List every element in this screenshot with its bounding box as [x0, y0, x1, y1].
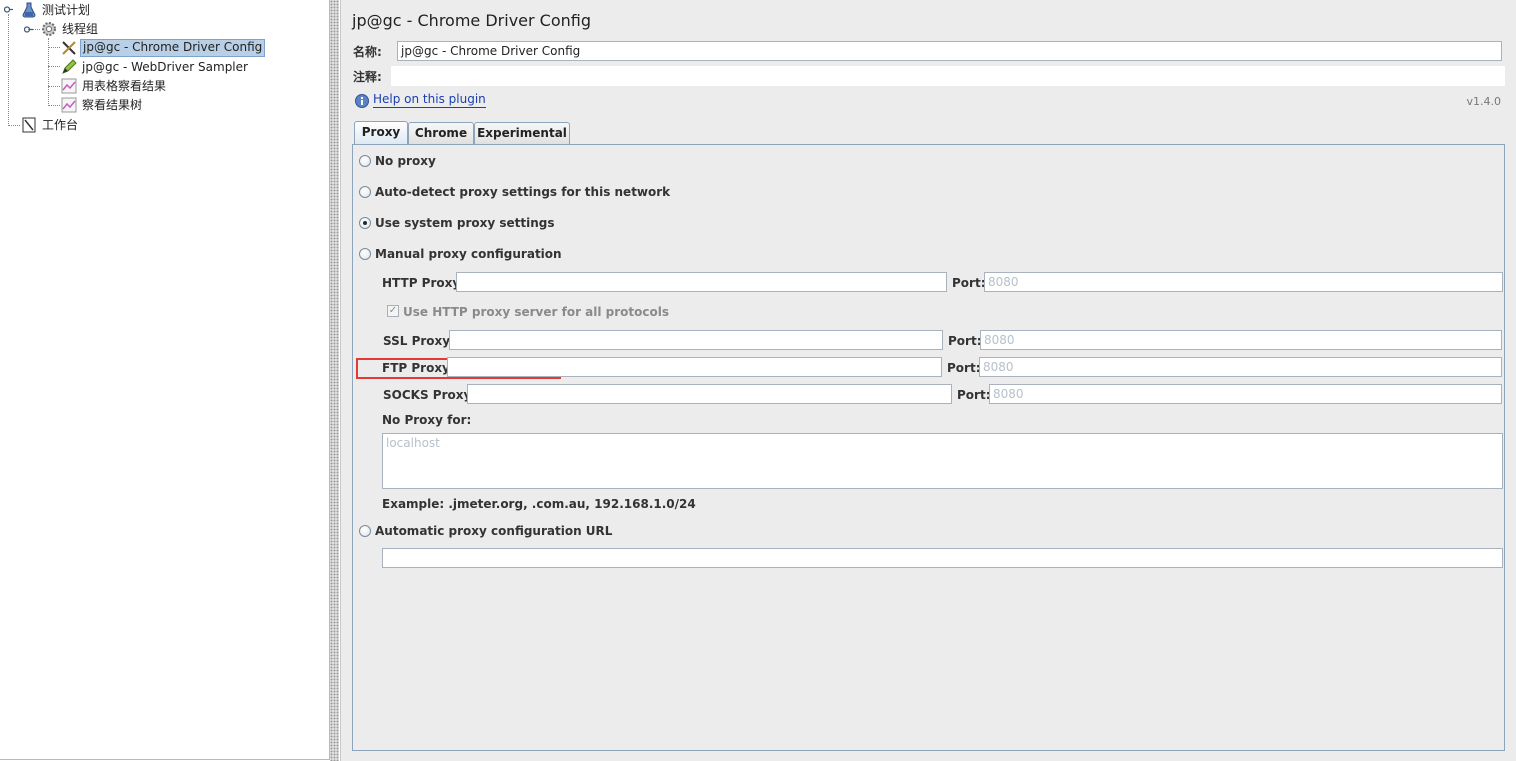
- tree-connector: [48, 47, 60, 48]
- tree-item-label: jp@gc - WebDriver Sampler: [82, 60, 248, 74]
- chart-icon: [60, 96, 78, 114]
- expand-handle-icon[interactable]: [24, 25, 33, 34]
- http-proxy-label: HTTP Proxy:: [382, 276, 465, 290]
- tree-item-label: 工作台: [42, 118, 79, 132]
- auto-detect-radio[interactable]: [359, 186, 371, 198]
- http-port-label: Port:: [952, 276, 986, 290]
- no-proxy-for-label: No Proxy for:: [382, 413, 472, 427]
- tree-item-view-results-table[interactable]: 用表格察看结果: [60, 77, 168, 95]
- tree-connector: [48, 86, 60, 87]
- split-pane-divider[interactable]: [330, 0, 339, 761]
- use-http-for-all-label[interactable]: Use HTTP proxy server for all protocols: [403, 304, 669, 320]
- tree-item-label: 用表格察看结果: [82, 79, 167, 93]
- ftp-proxy-input[interactable]: [447, 357, 942, 377]
- tree-connector: [8, 125, 20, 126]
- proxy-tab-body: No proxy Auto-detect proxy settings for …: [352, 144, 1505, 751]
- info-icon: [355, 94, 369, 108]
- tree-item-workbench[interactable]: 工作台: [20, 116, 80, 134]
- tab-chrome[interactable]: Chrome: [408, 122, 474, 144]
- http-port-input[interactable]: 8080: [984, 272, 1503, 292]
- config-panel: jp@gc - Chrome Driver Config 名称: jp@gc -…: [340, 0, 1516, 761]
- tree-item-test-plan[interactable]: 测试计划: [20, 1, 92, 19]
- tab-proxy[interactable]: Proxy: [354, 121, 408, 145]
- socks-port-input[interactable]: 8080: [989, 384, 1502, 404]
- ssl-proxy-input[interactable]: [449, 330, 943, 350]
- flask-icon: [20, 1, 38, 19]
- notebook-icon: [20, 116, 38, 134]
- help-link[interactable]: Help on this plugin: [373, 92, 486, 108]
- manual-proxy-label[interactable]: Manual proxy configuration: [375, 246, 562, 262]
- tree-connector: [48, 38, 49, 106]
- auto-config-url-label[interactable]: Automatic proxy configuration URL: [375, 523, 612, 539]
- wrench-screwdriver-icon: [60, 39, 78, 57]
- version-label: v1.4.0: [1466, 95, 1502, 108]
- tree-item-label: 测试计划: [42, 3, 91, 17]
- tree-connector: [48, 105, 60, 106]
- use-system-proxy-label[interactable]: Use system proxy settings: [375, 215, 555, 231]
- tree-connector: [8, 14, 9, 126]
- no-proxy-label[interactable]: No proxy: [375, 153, 436, 169]
- tree-connector: [48, 66, 60, 67]
- tree-item-label: jp@gc - Chrome Driver Config: [80, 39, 266, 57]
- no-proxy-for-textarea[interactable]: localhost: [382, 433, 1503, 489]
- ftp-proxy-label: FTP Proxy:: [382, 361, 455, 375]
- no-proxy-radio[interactable]: [359, 155, 371, 167]
- ssl-port-input[interactable]: 8080: [980, 330, 1502, 350]
- ssl-port-label: Port:: [948, 334, 982, 348]
- tree-item-label: 察看结果树: [82, 98, 143, 112]
- tree-item-thread-group[interactable]: 线程组: [40, 20, 100, 38]
- tree-item-label: 线程组: [62, 22, 99, 36]
- tree-item-view-results-tree[interactable]: 察看结果树: [60, 96, 144, 114]
- socks-port-label: Port:: [957, 388, 991, 402]
- use-http-for-all-checkbox[interactable]: ✓: [387, 305, 399, 317]
- ssl-proxy-label: SSL Proxy:: [383, 334, 455, 348]
- auto-config-url-input[interactable]: [382, 548, 1503, 568]
- auto-detect-label[interactable]: Auto-detect proxy settings for this netw…: [375, 184, 670, 200]
- tree-item-chrome-driver-config[interactable]: jp@gc - Chrome Driver Config: [60, 39, 266, 57]
- name-label: 名称:: [353, 45, 382, 59]
- no-proxy-example: Example: .jmeter.org, .com.au, 192.168.1…: [382, 497, 696, 511]
- use-system-proxy-radio[interactable]: [359, 217, 371, 229]
- name-input[interactable]: jp@gc - Chrome Driver Config: [397, 41, 1502, 61]
- comment-label: 注释:: [353, 70, 382, 84]
- tab-experimental[interactable]: Experimental: [474, 122, 570, 144]
- gear-icon: [40, 20, 58, 38]
- socks-proxy-input[interactable]: [467, 384, 952, 404]
- comment-input[interactable]: [391, 66, 1505, 86]
- tree-item-webdriver-sampler[interactable]: jp@gc - WebDriver Sampler: [60, 58, 250, 76]
- expand-handle-icon[interactable]: [4, 5, 13, 14]
- pen-icon: [60, 58, 78, 76]
- ftp-port-label: Port:: [947, 361, 981, 375]
- manual-proxy-radio[interactable]: [359, 248, 371, 260]
- ftp-port-input[interactable]: 8080: [979, 357, 1502, 377]
- auto-config-url-radio[interactable]: [359, 525, 371, 537]
- chart-icon: [60, 77, 78, 95]
- page-title: jp@gc - Chrome Driver Config: [352, 11, 591, 30]
- http-proxy-input[interactable]: [456, 272, 947, 292]
- socks-proxy-label: SOCKS Proxy:: [383, 388, 477, 402]
- test-plan-tree[interactable]: 测试计划 线程组 jp@gc - Chrome Driver Config jp…: [0, 0, 330, 760]
